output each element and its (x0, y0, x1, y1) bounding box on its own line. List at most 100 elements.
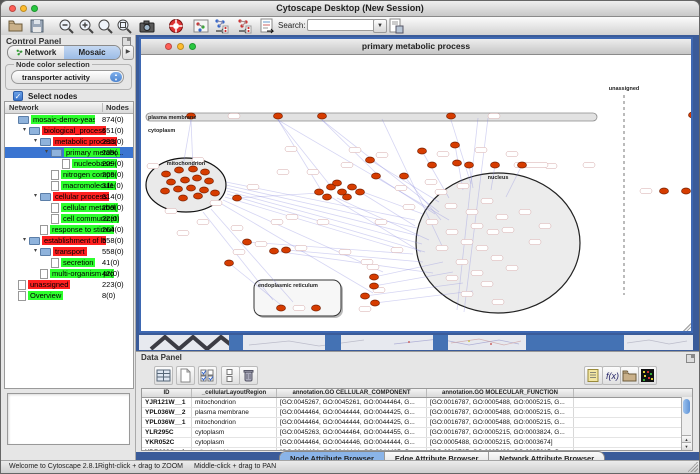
zoom-selected-region-icon[interactable] (97, 18, 113, 34)
delete-attribute-trash-icon[interactable] (239, 366, 258, 385)
network-node[interactable] (447, 113, 456, 119)
table-cell[interactable]: [GO:0045263, GO:0044464, GO:0044455, G..… (277, 428, 427, 437)
network-node[interactable] (243, 239, 252, 245)
network-node[interactable] (428, 162, 437, 168)
zoom-in-icon[interactable] (78, 18, 94, 34)
network-node[interactable] (370, 283, 379, 289)
network-node[interactable] (318, 113, 327, 119)
network-node[interactable] (418, 148, 427, 154)
network-node[interactable] (323, 194, 332, 200)
table-scrollbar[interactable]: ▲ ▼ (681, 397, 692, 450)
tree-row[interactable]: ▾cellular process614(0) (5, 191, 133, 202)
save-search-icon[interactable] (388, 18, 404, 34)
table-column-header[interactable]: annotation.GO MOLECULAR_FUNCTION (427, 389, 574, 397)
tree-row[interactable]: nitrogen compo209(0) (5, 169, 133, 180)
expand-arrow-icon[interactable]: ▾ (42, 147, 51, 158)
table-cell[interactable]: [GO:0016787, GO:0005488, GO:0005215, G..… (427, 408, 574, 417)
table-row[interactable]: YJR121W__1mitochondrion[GO:0045267, GO:0… (142, 398, 692, 408)
tree-row[interactable]: nucleobase-209(0) (5, 158, 133, 169)
tree-row[interactable]: unassigned223(0) (5, 279, 133, 290)
tree-row[interactable]: ▾primary metabo209(... (5, 147, 133, 158)
table-cell[interactable]: YDR039C__1 (142, 448, 192, 451)
table-cell[interactable]: [GO:0045267, GO:0045261, GO:0044464, G..… (277, 398, 427, 407)
frame-titlebar[interactable]: primary metabolic process (141, 39, 691, 55)
network-node[interactable] (400, 173, 409, 179)
table-cell[interactable]: mitochondrion (192, 418, 277, 427)
expand-arrow-icon[interactable]: ▾ (31, 246, 40, 257)
attribute-mapper-icon[interactable] (259, 18, 275, 34)
frame-resize-grip[interactable] (683, 323, 691, 331)
table-cell[interactable]: YKR052C (142, 438, 192, 447)
table-cell[interactable]: [GO:0016787, GO:0005215, GO:0003824, G..… (427, 428, 574, 437)
table-cell[interactable]: cytoplasm (192, 428, 277, 437)
network-canvas[interactable]: plasma membranecytoplasmmitochondrionnuc… (141, 62, 691, 334)
table-cell[interactable]: YPL036W__2 (142, 408, 192, 417)
node-color-attribute-dropdown[interactable]: transporter activity ▲▼ (11, 70, 124, 84)
tree-row[interactable]: ▾biological_process651(0) (5, 125, 133, 136)
import-attributes-folder-icon[interactable] (620, 366, 639, 385)
table-cell[interactable]: [GO:0044464, GO:0044444, GO:0044425, G..… (277, 418, 427, 427)
network-node[interactable] (211, 190, 220, 196)
network-node[interactable] (274, 113, 283, 119)
network-node[interactable] (194, 193, 203, 199)
network-node[interactable] (270, 248, 279, 254)
network-node[interactable] (356, 189, 365, 195)
network-node[interactable] (277, 305, 286, 311)
tree-row[interactable]: secretion41(0) (5, 257, 133, 268)
open-file-icon[interactable] (8, 18, 24, 34)
region-plasma-membrane[interactable] (146, 113, 597, 121)
table-cell[interactable]: [GO:0044464, GO:0044446, GO:0044444, G..… (277, 438, 427, 447)
window-resize-grip[interactable] (688, 462, 698, 472)
tree-row[interactable]: cell communicat22(0) (5, 213, 133, 224)
table-cell[interactable]: YLR295C (142, 428, 192, 437)
table-cell[interactable]: YJR121W__1 (142, 398, 192, 407)
expand-arrow-icon[interactable]: ▾ (31, 136, 40, 147)
network-node[interactable] (348, 184, 357, 190)
tree-row[interactable]: Overview8(0) (5, 290, 133, 301)
birds-eye-view[interactable] (7, 393, 130, 445)
save-session-icon[interactable] (29, 18, 45, 34)
network-node[interactable] (181, 177, 190, 183)
table-cell[interactable]: [GO:0016787, GO:0005488, GO:0005215, G..… (427, 398, 574, 407)
network-node[interactable] (372, 173, 381, 179)
table-cell[interactable]: cytoplasm (192, 438, 277, 447)
network-node[interactable] (205, 178, 214, 184)
network-node[interactable] (682, 188, 691, 194)
network-node[interactable] (315, 189, 324, 195)
notes-icon[interactable] (584, 366, 603, 385)
help-lifesaver-icon[interactable] (168, 18, 184, 34)
table-row[interactable]: YPL036W__2plasma membrane[GO:0044464, GO… (142, 408, 692, 418)
network-node[interactable] (312, 305, 321, 311)
network-node[interactable] (193, 175, 202, 181)
search-options-dropdown[interactable]: ▼ (373, 19, 387, 33)
network-node[interactable] (175, 167, 184, 173)
tree-row[interactable]: multi-organism pro42(0) (5, 268, 133, 279)
new-attribute-icon[interactable] (176, 366, 195, 385)
network-node[interactable] (451, 142, 460, 148)
table-column-header[interactable]: ID (142, 389, 192, 397)
tab-overflow-arrow[interactable]: ▶ (122, 45, 134, 60)
expand-arrow-icon[interactable]: ▾ (31, 191, 40, 202)
tree-row[interactable]: mosaic-demo-yeast874(0) (5, 114, 133, 125)
network-node[interactable] (201, 169, 210, 175)
table-cell[interactable]: [GO:0044464, GO:0044444, GO:0044425, G..… (277, 408, 427, 417)
tab-network[interactable]: Network (8, 46, 64, 59)
table-column-header[interactable]: _cellularLayoutRegion (192, 389, 277, 397)
network-node[interactable] (465, 162, 474, 168)
tree-row[interactable]: cellular metabol209(0) (5, 202, 133, 213)
table-row[interactable]: YPL036W__1mitochondrion[GO:0044464, GO:0… (142, 418, 692, 428)
network-node[interactable] (167, 179, 176, 185)
function-builder-icon[interactable]: f(x) (602, 366, 621, 385)
select-attributes-icon[interactable] (198, 366, 217, 385)
table-cell[interactable]: YPL036W__1 (142, 418, 192, 427)
background-windows-strip[interactable] (139, 335, 693, 350)
network-node[interactable] (518, 162, 527, 168)
unselect-attributes-icon[interactable] (221, 366, 240, 385)
network-node[interactable] (179, 195, 188, 201)
snapshot-camera-icon[interactable] (139, 18, 155, 34)
table-cell[interactable]: mitochondrion (192, 448, 277, 451)
heatmap-matrix-icon[interactable] (638, 366, 657, 385)
tree-row[interactable]: ▾establishment of lo558(0) (5, 235, 133, 246)
select-nodes-checkbox[interactable]: ✓ (13, 91, 23, 101)
table-row[interactable]: YLR295Ccytoplasm[GO:0045263, GO:0044464,… (142, 428, 692, 438)
